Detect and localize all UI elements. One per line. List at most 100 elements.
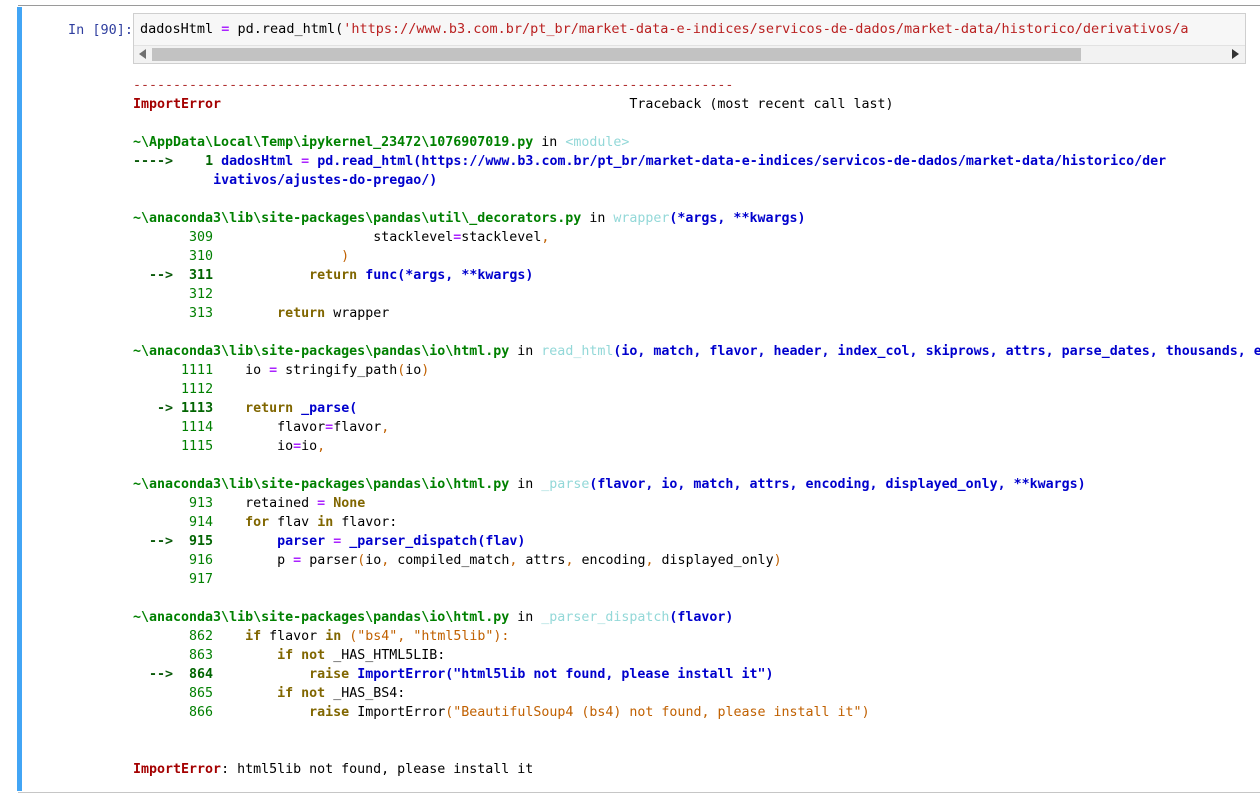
code-token-keyword: not xyxy=(301,686,326,701)
code-token-punct: / xyxy=(1054,154,1063,169)
code-token-punct: , xyxy=(565,553,574,568)
frame-function-name: read_html xyxy=(541,344,614,359)
frame-line-number: 917 xyxy=(189,572,214,587)
frame-code-line: 1114 flavor=flavor, xyxy=(133,418,1253,437)
code-token-punct: ( xyxy=(349,401,358,416)
code-token-name: retained xyxy=(245,496,310,511)
code-token-name: do xyxy=(349,173,366,188)
traceback-blank-line xyxy=(133,190,1253,209)
frame-header-line: ~\anaconda3\lib\site-packages\pandas\io\… xyxy=(133,475,1253,494)
code-token-name: market xyxy=(645,154,694,169)
frame-code-line: 309 stacklevel=stacklevel, xyxy=(133,228,1253,247)
traceback-separator-line: ----------------------------------------… xyxy=(133,76,1253,95)
scroll-right-arrow-icon[interactable] xyxy=(1232,49,1239,59)
code-token-name: wrapper xyxy=(333,306,390,321)
code-token-string: "html5lib" xyxy=(413,629,494,644)
code-token-operator: = xyxy=(293,553,302,568)
code-token-name: io xyxy=(277,439,294,454)
code-token-name: encoding xyxy=(581,553,646,568)
code-token-punct: , xyxy=(645,553,654,568)
frame-line-marker: --> xyxy=(133,268,174,283)
code-token-punct: ) xyxy=(341,249,350,264)
code-token-name: args xyxy=(413,268,446,283)
frame-code-line: ivativos/ajustes-do-pregao/) xyxy=(133,171,1253,190)
frame-line-marker xyxy=(133,705,173,720)
code-token-punct: ) xyxy=(429,173,438,188)
code-token-name: parser xyxy=(277,534,326,549)
code-token-name: com xyxy=(541,154,566,169)
code-token-name: flavor xyxy=(333,420,382,435)
code-token-name: historico xyxy=(1062,154,1135,169)
code-token-name: stringify_path xyxy=(285,363,398,378)
frame-code-line: 1112 xyxy=(133,380,1253,399)
frame-function-name: wrapper xyxy=(613,211,670,226)
code-token-punct: , xyxy=(445,268,454,283)
frame-line-marker xyxy=(133,496,173,511)
frame-line-marker xyxy=(133,686,173,701)
traceback-label: Traceback (most recent call last) xyxy=(629,97,894,112)
frame-path: ~\AppData\Local\Temp\ipykernel_23472\107… xyxy=(133,135,534,150)
frame-function-args: (io, match, flavor, header, index_col, s… xyxy=(613,344,1260,359)
code-token-name: de xyxy=(893,154,910,169)
code-horizontal-scrollbar[interactable] xyxy=(134,45,1245,63)
code-token-punct: , xyxy=(397,629,406,644)
code-token-name: flavor xyxy=(341,515,390,530)
frame-line-marker: ----> xyxy=(133,154,174,169)
code-token-punct: , xyxy=(317,439,326,454)
code-token-name: pd xyxy=(317,154,334,169)
frame-line-marker xyxy=(133,363,173,378)
frame-path: ~\anaconda3\lib\site-packages\pandas\io\… xyxy=(133,344,510,359)
frame-function-args: (flavor) xyxy=(669,610,734,625)
code-input-cell[interactable]: dadosHtml = pd.read_html('https://www.b3… xyxy=(133,13,1246,64)
code-token-punct: / xyxy=(589,154,598,169)
code-token-name: market xyxy=(965,154,1014,169)
code-token-punct: (* xyxy=(397,268,414,283)
code-input-text[interactable]: dadosHtml = pd.read_html('https://www.b3… xyxy=(134,14,1245,45)
frame-code-line: 865 if not _HAS_BS4: xyxy=(133,684,1253,703)
traceback-header-line: ImportError Traceback (most recent call … xyxy=(133,95,1253,114)
scroll-left-arrow-icon[interactable] xyxy=(139,49,146,59)
code-token-operator: = xyxy=(293,439,302,454)
code-token-name: _HAS_BS4 xyxy=(333,686,398,701)
code-token-punct: : xyxy=(397,686,406,701)
final-error-name: ImportError xyxy=(133,762,222,777)
code-token-string: "html5lib not found, please install it" xyxy=(453,667,766,682)
code-token-name: flav xyxy=(485,534,518,549)
frame-code-line: 913 retained = None xyxy=(133,494,1253,513)
code-token-operator: = xyxy=(325,420,334,435)
code-token-punct: / xyxy=(957,154,966,169)
frame-line-marker: --> xyxy=(133,667,174,682)
code-token-punct: , xyxy=(381,553,390,568)
frame-function-args: (flavor, io, match, attrs, encoding, dis… xyxy=(589,477,1086,492)
code-token-name: br xyxy=(573,154,590,169)
code-token-punct: , xyxy=(509,553,518,568)
code-token-name: ajustes xyxy=(285,173,342,188)
code-token-name: attrs xyxy=(525,553,566,568)
code-token-name: servicos xyxy=(821,154,886,169)
frame-header-line: ~\anaconda3\lib\site-packages\pandas\uti… xyxy=(133,209,1253,228)
code-token-plain: pd.read_html( xyxy=(237,21,344,37)
code-token-string: "BeautifulSoup4 (bs4) not found, please … xyxy=(453,705,862,720)
frame-function-args: (*args, **kwargs) xyxy=(669,211,806,226)
bottom-divider xyxy=(18,792,1260,793)
code-token-name: _HAS_HTML5LIB xyxy=(333,648,438,663)
code-token-punct: - xyxy=(749,154,758,169)
frame-line-number: 865 xyxy=(189,686,214,701)
code-token-punct: ) xyxy=(421,363,430,378)
scrollbar-thumb[interactable] xyxy=(152,48,1081,61)
code-token-name: pt_br xyxy=(597,154,638,169)
code-token-name: data xyxy=(701,154,734,169)
frame-code-line: 862 if flavor in ("bs4", "html5lib"): xyxy=(133,627,1253,646)
frame-code-line: 916 p = parser(io, compiled_match, attrs… xyxy=(133,551,1253,570)
frame-line-number: 863 xyxy=(189,648,214,663)
exception-name: ImportError xyxy=(133,97,222,112)
